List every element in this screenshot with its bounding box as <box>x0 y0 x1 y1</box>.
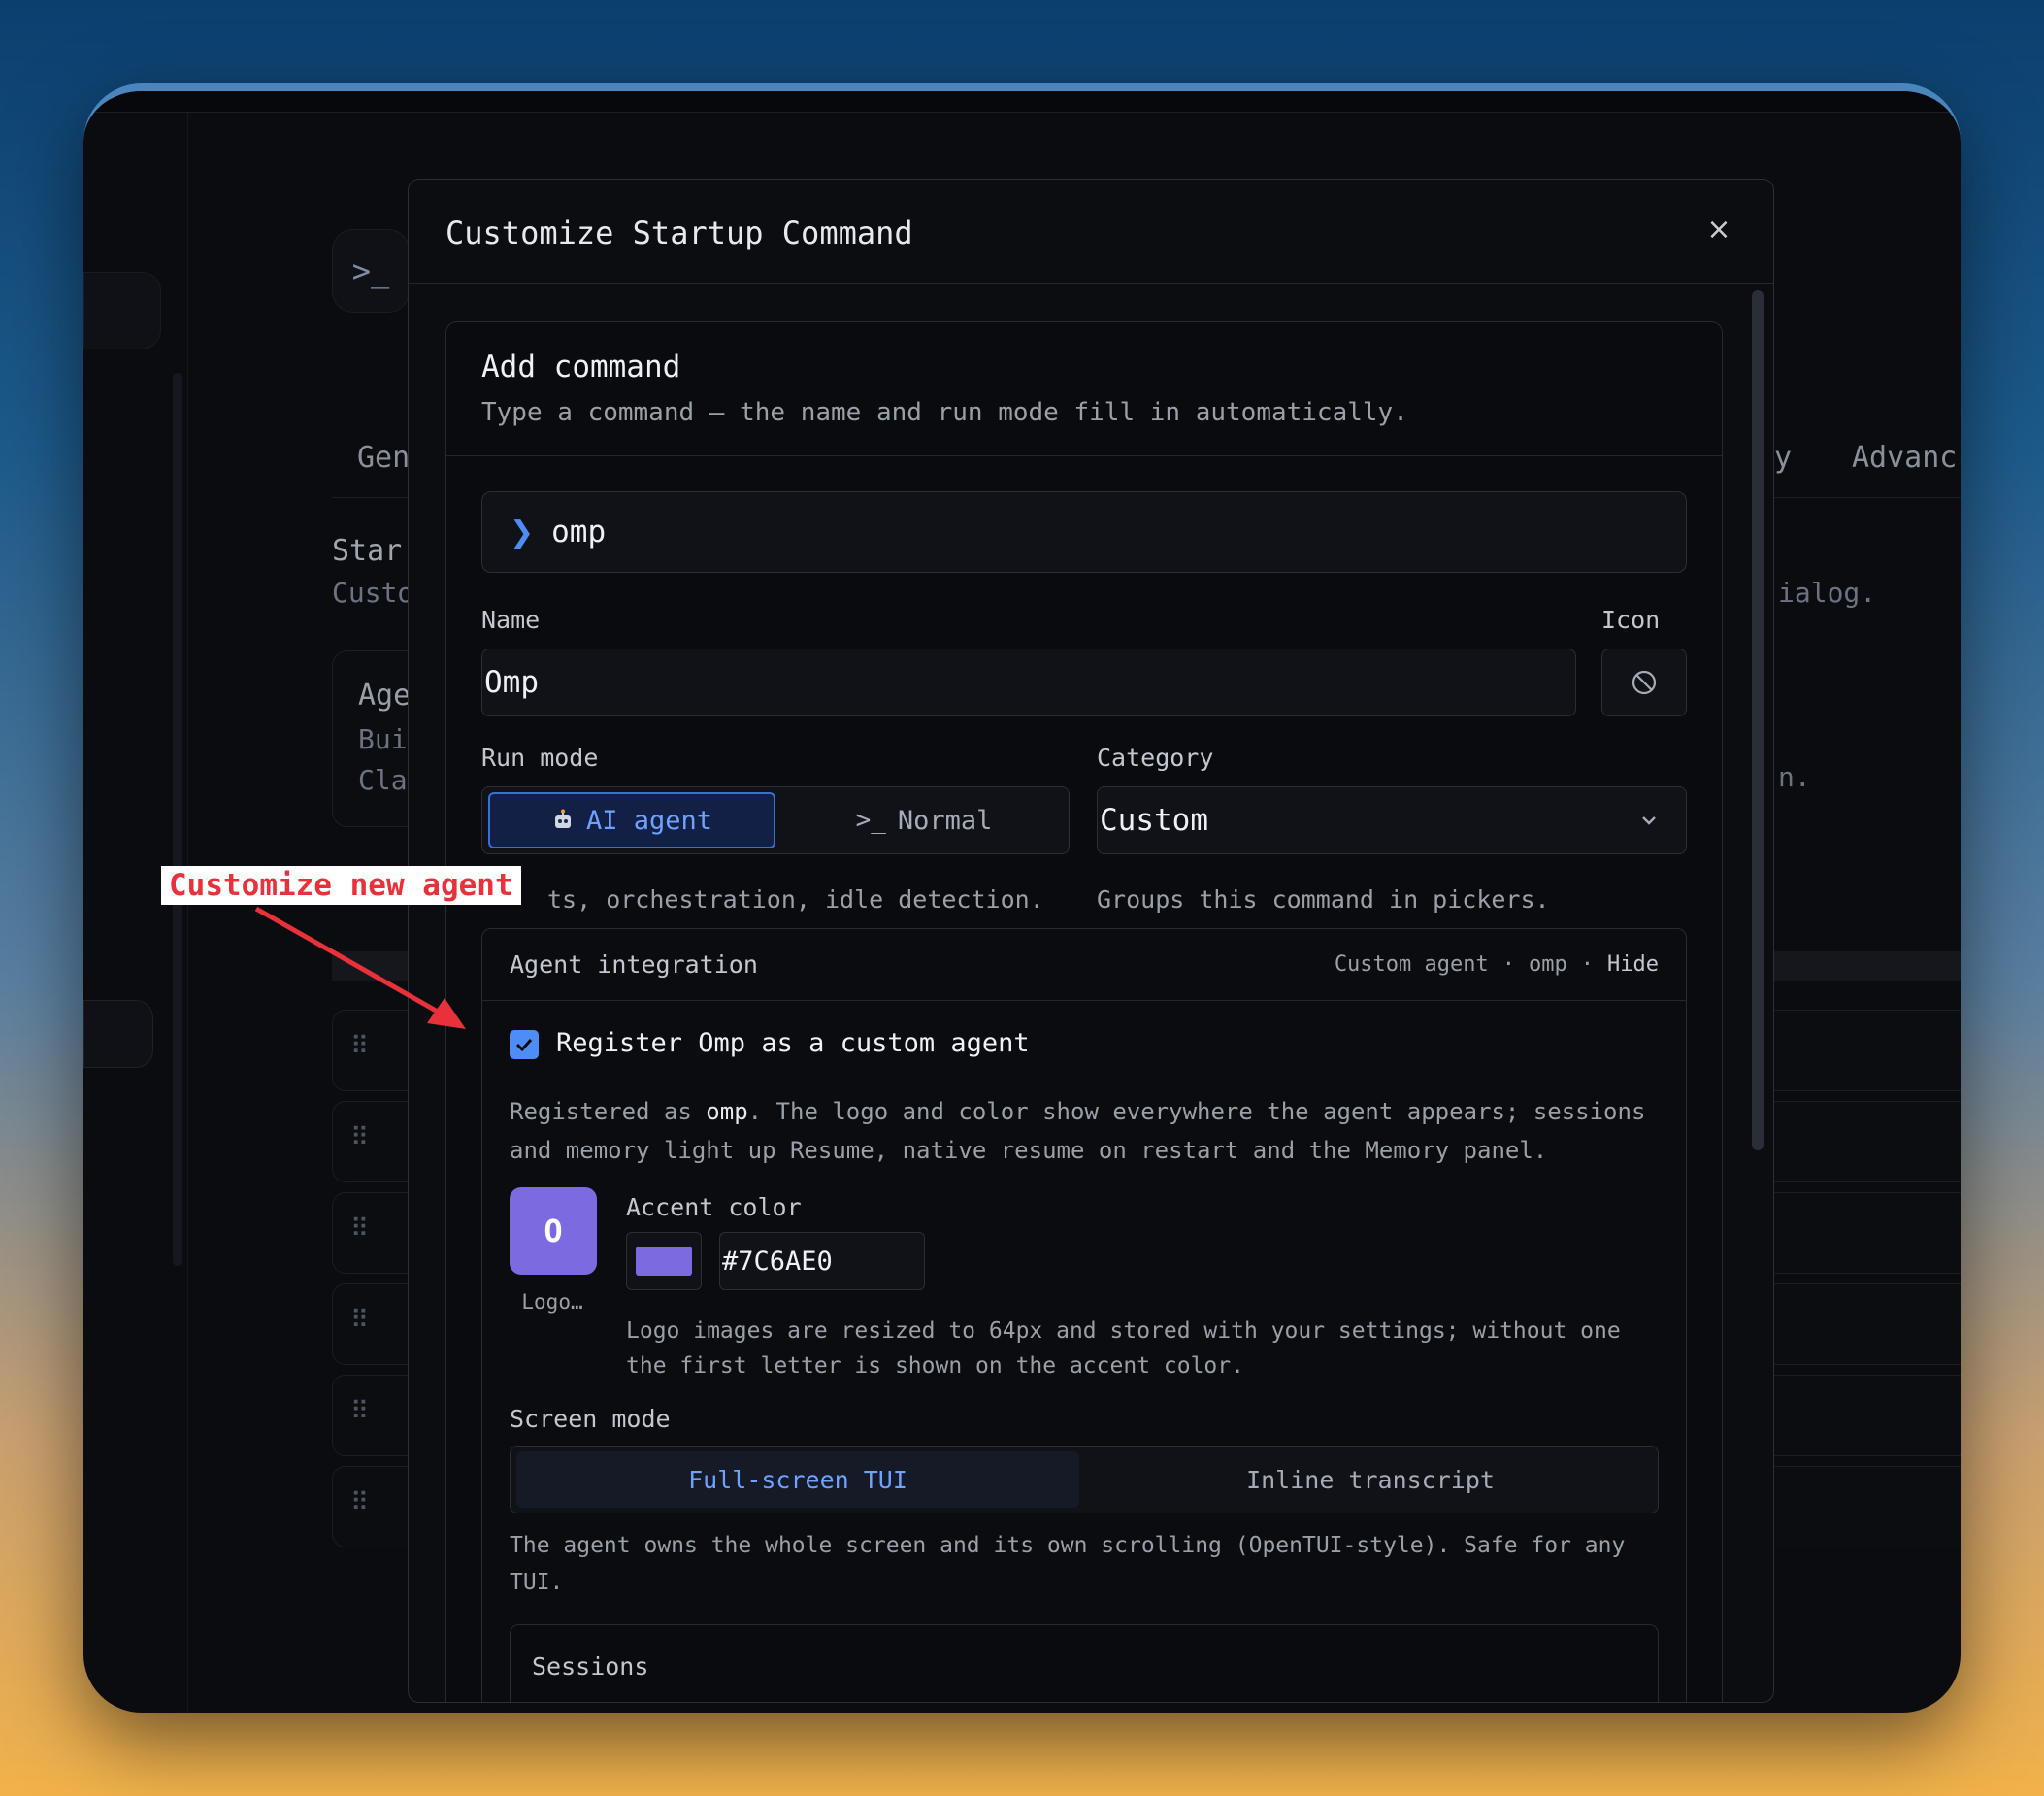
robot-icon <box>554 809 571 828</box>
background-row <box>1772 1375 1961 1456</box>
prompt-chevron-icon: ❯ <box>510 515 535 549</box>
background-sidebar-pill <box>83 1000 153 1068</box>
screen-mode-inline[interactable]: Inline transcript <box>1087 1451 1654 1508</box>
icon-label: Icon <box>1601 606 1661 634</box>
terminal-icon: >_ <box>855 806 886 835</box>
background-scrollbar <box>173 373 182 1266</box>
command-input[interactable]: ❯ omp <box>481 491 1687 573</box>
add-command-card: Add command Type a command — the name an… <box>445 321 1723 1702</box>
category-label: Category <box>1097 744 1214 772</box>
agent-integration-header: Agent integration Custom agent · omp · H… <box>482 929 1686 1001</box>
accent-color-picker[interactable] <box>626 1232 702 1290</box>
category-value: Custom <box>1100 803 1208 838</box>
logo-note: Logo images are resized to 64px and stor… <box>626 1318 1621 1379</box>
close-icon[interactable]: × <box>1701 213 1736 248</box>
background-section-title: Star <box>332 534 403 568</box>
sessions-section: Sessions <box>510 1624 1659 1702</box>
accent-color-hex-input[interactable]: #7C6AE0 <box>719 1232 925 1290</box>
terminal-icon: >_ <box>332 229 410 313</box>
background-tab-general: Gen <box>357 441 411 475</box>
accent-color-swatch <box>636 1247 692 1276</box>
background-row <box>1772 1283 1961 1365</box>
background-section-sub: Custo <box>332 577 414 609</box>
screen-mode-fullscreen[interactable]: Full-screen TUI <box>516 1451 1079 1508</box>
background-card-right: n. <box>1778 761 1811 793</box>
background-card-title: Age <box>358 679 412 713</box>
agent-registration-description: Registered as omp. The logo and color sh… <box>510 1092 1665 1170</box>
background-section-sub-right: ialog. <box>1778 577 1877 609</box>
chevron-down-icon <box>1642 816 1656 825</box>
background-tab: y <box>1774 441 1793 475</box>
agent-logo-button[interactable]: O <box>510 1187 597 1275</box>
window-titlebar <box>83 91 1961 113</box>
background-row <box>1772 1010 1961 1091</box>
add-command-header: Add command Type a command — the name an… <box>446 322 1722 456</box>
meta-separator: · <box>1580 952 1595 977</box>
customize-startup-command-dialog: Customize Startup Command × Add command … <box>408 179 1774 1703</box>
name-label: Name <box>481 606 541 634</box>
add-command-title: Add command <box>481 349 681 384</box>
agent-integration-meta: Custom agent · omp · Hide <box>1335 952 1659 977</box>
background-tab-advanced: Advanc <box>1852 441 1958 475</box>
category-select[interactable]: Custom <box>1097 786 1687 854</box>
background-row <box>1772 1466 1961 1547</box>
meta-separator: · <box>1501 952 1516 977</box>
screen-mode-toggle: Full-screen TUI Inline transcript <box>510 1446 1659 1513</box>
annotation-label: Customize new agent <box>161 866 521 905</box>
agent-type-label: Custom agent <box>1334 952 1489 977</box>
run-mode-toggle: AI agent >_ Normal <box>481 786 1070 854</box>
desc-prefix: Registered as <box>510 1098 707 1125</box>
desc-agent-id: omp <box>706 1098 748 1125</box>
icon-picker-button[interactable] <box>1601 649 1687 716</box>
checkmark-icon <box>515 1038 533 1052</box>
background-row <box>1772 1101 1961 1182</box>
add-command-subtitle: Type a command — the name and run mode f… <box>481 398 1408 427</box>
run-mode-normal-label: Normal <box>897 805 993 836</box>
dialog-header: Customize Startup Command × <box>409 180 1773 284</box>
run-mode-ai-agent[interactable]: AI agent <box>488 792 775 848</box>
agent-integration-title: Agent integration <box>510 950 758 979</box>
agent-id-label: omp <box>1529 952 1567 977</box>
logo-caption[interactable]: Logo… <box>494 1290 610 1314</box>
background-card-line: Bui <box>358 723 408 755</box>
hide-button[interactable]: Hide <box>1607 952 1659 977</box>
run-mode-label: Run mode <box>481 744 599 772</box>
run-mode-normal[interactable]: >_ Normal <box>783 792 1065 848</box>
background-card-line: Cla <box>358 764 408 796</box>
background-row <box>1772 1192 1961 1274</box>
no-icon-circle-slash <box>1632 670 1657 695</box>
screen-mode-label: Screen mode <box>510 1405 671 1433</box>
register-agent-label[interactable]: Register Omp as a custom agent <box>556 1028 1030 1058</box>
background-sidebar-pill <box>83 272 161 349</box>
accent-color-label: Accent color <box>626 1193 802 1221</box>
annotation-arrow <box>254 906 466 1029</box>
category-helper: Groups this command in pickers. <box>1097 885 1550 914</box>
dialog-scrollbar[interactable] <box>1752 290 1764 1150</box>
sessions-title: Sessions <box>532 1652 649 1680</box>
agent-integration-panel: Agent integration Custom agent · omp · H… <box>481 928 1687 1702</box>
screen-mode-description: The agent owns the whole screen and its … <box>510 1533 1626 1595</box>
run-mode-ai-agent-label: AI agent <box>585 805 713 836</box>
dialog-title: Customize Startup Command <box>445 215 913 251</box>
register-agent-checkbox[interactable] <box>510 1030 539 1059</box>
command-input-value: omp <box>551 515 607 549</box>
name-field[interactable]: Omp <box>481 649 1576 716</box>
run-mode-helper: ts, orchestration, idle detection. <box>547 885 1044 914</box>
